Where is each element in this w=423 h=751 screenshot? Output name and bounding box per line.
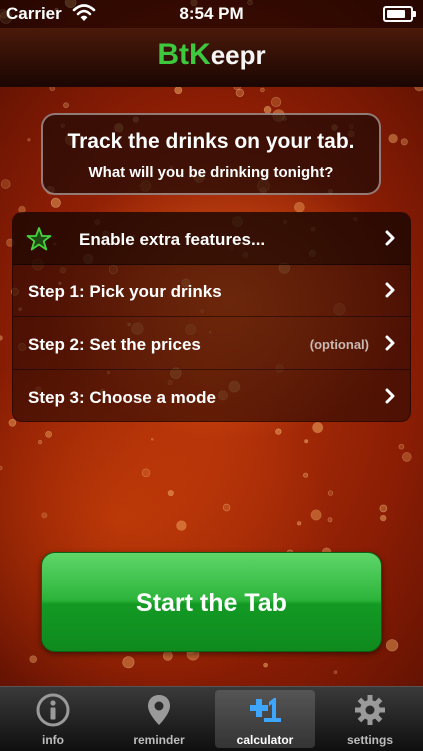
bubble — [386, 639, 399, 652]
menu-item-label: Step 3: Choose a mode — [28, 388, 216, 407]
start-tab-label: Start the Tab — [136, 589, 287, 617]
bubble — [380, 514, 387, 522]
intro-card: Track the drinks on your tab. What will … — [41, 113, 381, 195]
bubble — [27, 138, 31, 142]
bubble — [37, 440, 43, 445]
bubble — [327, 517, 333, 523]
intro-title: Track the drinks on your tab. — [67, 130, 355, 153]
optional-note: (optional) — [309, 337, 369, 352]
bubble — [162, 650, 173, 661]
bubble — [45, 430, 52, 438]
bubble — [122, 656, 135, 669]
menu-item-pick-drinks[interactable]: Step 1: Pick your drinks — [13, 265, 410, 317]
bubble — [174, 86, 183, 95]
menu-item-label: Enable extra features... — [79, 230, 266, 249]
menu-item-enable-extra-features[interactable]: Enable extra features... — [13, 213, 410, 265]
tab-label: settings — [346, 733, 393, 747]
menu-item-set-prices[interactable]: Step 2: Set the prices (optional) — [13, 318, 410, 370]
bubble — [401, 452, 412, 462]
bubble — [63, 102, 69, 108]
bubble — [304, 439, 309, 444]
bubble — [263, 662, 268, 668]
bubble — [141, 468, 151, 478]
tab-label: reminder — [133, 733, 185, 747]
intro-subtitle: What will you be drinking tonight? — [88, 164, 334, 181]
chevron-right-icon — [385, 388, 395, 404]
map-pin-icon — [148, 695, 170, 725]
setup-menu-list: Enable extra features... Step 1: Pick yo… — [12, 212, 411, 422]
bubble — [327, 490, 334, 496]
tab-bar: info reminder calculator settings — [0, 686, 423, 751]
bubble — [294, 202, 305, 213]
bubble — [297, 521, 302, 526]
tab-label: info — [42, 733, 64, 747]
chevron-right-icon — [385, 282, 395, 298]
bubble — [398, 443, 405, 450]
tab-settings[interactable]: settings — [320, 687, 420, 751]
bubble — [0, 179, 11, 189]
bubble — [271, 96, 282, 108]
navigation-bar: BtKeepr — [0, 28, 423, 87]
tab-info[interactable]: info — [3, 687, 103, 751]
bubble — [41, 512, 48, 519]
chevron-right-icon — [385, 230, 395, 246]
gear-icon — [355, 695, 385, 725]
tab-calculator[interactable]: calculator — [215, 690, 315, 748]
bubble — [235, 88, 244, 97]
bubble — [167, 490, 174, 497]
menu-item-choose-mode[interactable]: Step 3: Choose a mode — [13, 371, 410, 421]
chevron-right-icon — [385, 335, 395, 351]
bubble — [260, 87, 265, 93]
calculator-plus-one-icon — [250, 698, 281, 722]
bubble — [400, 138, 408, 146]
bubble — [222, 503, 231, 512]
logo-accent-text: BtK — [157, 38, 211, 71]
bubble — [379, 504, 388, 513]
tab-label: calculator — [236, 733, 294, 747]
bubble — [150, 437, 154, 441]
status-bar: Carrier 8:54 PM — [0, 0, 423, 28]
logo-rest-text: eepr — [210, 40, 266, 70]
app-logo: BtKeepr — [0, 38, 423, 72]
bubble — [303, 472, 309, 478]
menu-item-label: Step 2: Set the prices — [28, 335, 201, 354]
bubble — [310, 509, 322, 521]
bubble — [312, 422, 324, 434]
start-tab-button[interactable]: Start the Tab — [41, 552, 382, 652]
bubble — [275, 428, 282, 435]
bubble — [0, 335, 3, 341]
bubble — [29, 655, 38, 664]
info-icon — [36, 693, 70, 727]
status-time: 8:54 PM — [179, 4, 244, 23]
star-icon — [26, 227, 52, 251]
bubble — [333, 670, 338, 675]
bubble — [176, 520, 187, 531]
bubble — [0, 465, 3, 471]
battery-icon — [383, 6, 416, 22]
bubble — [388, 133, 398, 144]
tab-reminder[interactable]: reminder — [109, 687, 209, 751]
bubble — [50, 197, 61, 208]
menu-item-label: Step 1: Pick your drinks — [28, 282, 222, 301]
